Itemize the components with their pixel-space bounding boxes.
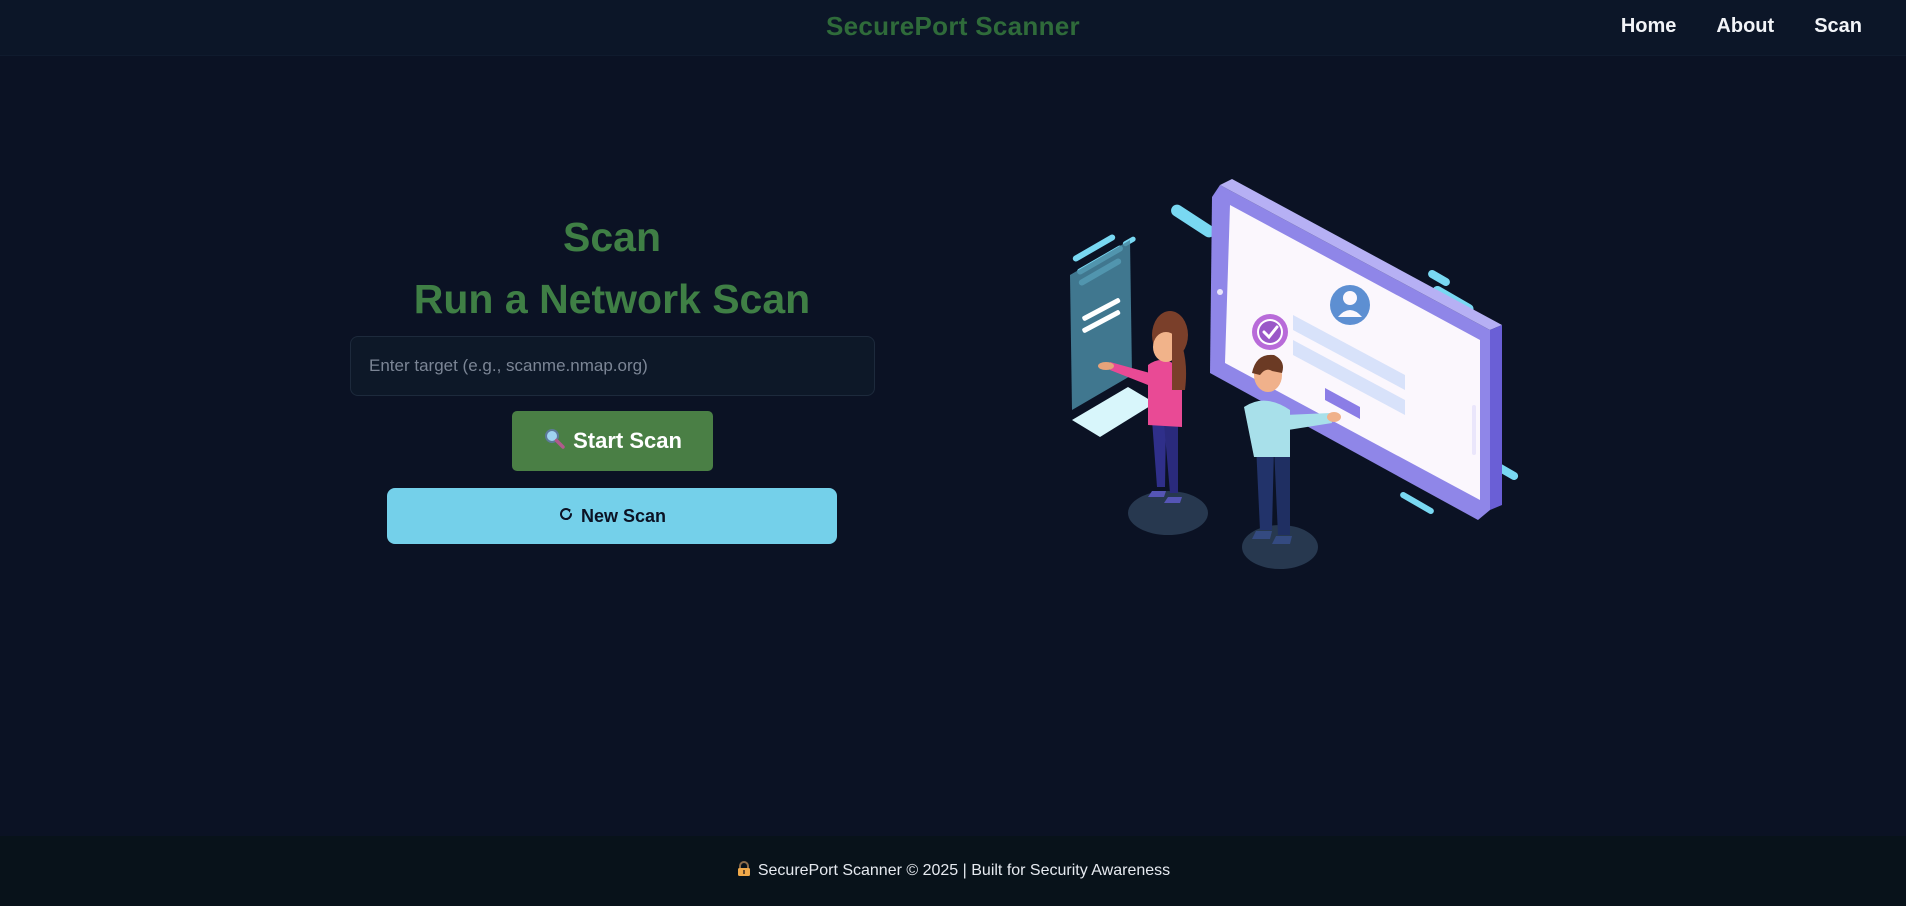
start-scan-label: Start Scan [573, 428, 682, 453]
nav-about[interactable]: About [1716, 15, 1774, 38]
page-title: Scan [563, 214, 661, 260]
nav-links: Home About Scan [1621, 0, 1862, 52]
magnifier-icon [543, 427, 565, 455]
start-scan-button[interactable]: Start Scan [512, 411, 713, 471]
check-badge-icon [1252, 314, 1288, 350]
footer-text: SecurePort Scanner © 2025 | Built for Se… [757, 862, 1171, 879]
page: SecurePort Scanner Home About Scan Scan … [0, 0, 1906, 906]
new-scan-label: New Scan [580, 505, 667, 526]
nav-home[interactable]: Home [1621, 15, 1677, 38]
lock-icon [736, 860, 752, 882]
new-scan-button[interactable]: New Scan [387, 488, 837, 544]
navbar: SecurePort Scanner Home About Scan [0, 0, 1906, 56]
nav-scan[interactable]: Scan [1814, 15, 1862, 38]
refresh-icon [558, 506, 574, 527]
security-illustration [1070, 179, 1519, 569]
target-input[interactable] [350, 336, 875, 396]
footer: SecurePort Scanner © 2025 | Built for Se… [0, 836, 1906, 906]
floating-document [1070, 240, 1155, 437]
page-subtitle: Run a Network Scan [413, 276, 811, 322]
